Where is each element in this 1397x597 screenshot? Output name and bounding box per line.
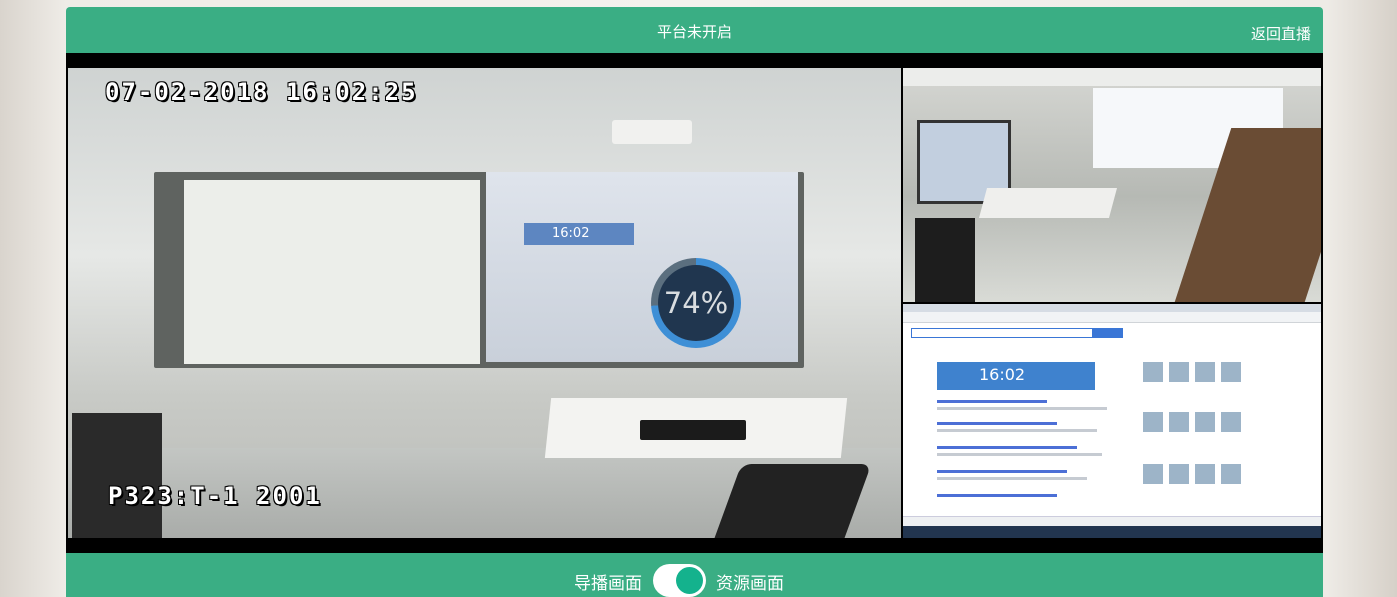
ceiling — [903, 68, 1321, 86]
resource-view-label: 资源画面 — [716, 574, 784, 594]
projected-clock-text: 16:02 — [552, 226, 590, 241]
camera-channel-name: P323:T-1 2001 — [108, 482, 322, 510]
live-panel: 平台未开启 返回直播 16:02 07-02-2018 16:02:25 P32… — [66, 7, 1323, 597]
main-camera-feed[interactable]: 16:02 07-02-2018 16:02:25 P323:T-1 2001 … — [68, 68, 901, 538]
result-thumbnail — [1195, 412, 1215, 432]
keyboard — [640, 420, 746, 440]
panel-header: 平台未开启 返回直播 — [66, 7, 1323, 53]
result-link — [937, 446, 1077, 449]
result-thumbnail — [1195, 362, 1215, 382]
room-overview-camera-feed[interactable] — [903, 68, 1321, 302]
result-line — [937, 477, 1087, 480]
loading-percent: 74% — [658, 265, 734, 341]
whiteboard — [184, 180, 480, 364]
director-view-label: 导播画面 — [574, 574, 642, 594]
search-clock-card: 16:02 — [937, 362, 1095, 390]
result-line — [937, 453, 1102, 456]
projector — [612, 120, 692, 144]
room-desk — [978, 188, 1118, 218]
back-to-live-button[interactable]: 返回直播 — [1251, 23, 1311, 44]
result-line — [937, 429, 1097, 432]
loading-progress-ring: 74% — [651, 258, 741, 348]
windows-taskbar — [903, 526, 1321, 538]
standing-sign — [72, 413, 162, 538]
search-clock-text: 16:02 — [979, 365, 1026, 384]
result-thumbnail — [1221, 362, 1241, 382]
view-mode-toggle[interactable] — [653, 564, 706, 597]
result-thumbnail — [1169, 412, 1189, 432]
result-thumbnail — [1143, 362, 1163, 382]
platform-status-title: 平台未开启 — [656, 23, 732, 41]
result-thumbnail — [1195, 464, 1215, 484]
result-line — [937, 407, 1107, 410]
browser-tab-bar — [903, 304, 1321, 312]
search-box — [911, 328, 1093, 338]
video-stage: 16:02 07-02-2018 16:02:25 P323:T-1 2001 … — [66, 53, 1323, 553]
search-button — [1093, 328, 1123, 338]
result-thumbnail — [1143, 464, 1163, 484]
pc-tower — [915, 218, 975, 302]
result-thumbnail — [1169, 464, 1189, 484]
camera-timestamp: 07-02-2018 16:02:25 — [105, 78, 418, 106]
result-link — [937, 400, 1047, 403]
projected-screen — [486, 172, 798, 362]
result-thumbnail — [1143, 412, 1163, 432]
resource-screen-feed[interactable]: 16:02 — [903, 304, 1321, 538]
projected-clock: 16:02 — [524, 223, 634, 245]
result-thumbnail — [1169, 362, 1189, 382]
result-link — [937, 422, 1057, 425]
office-chair — [714, 464, 872, 538]
result-thumbnail — [1221, 464, 1241, 484]
toggle-knob — [676, 567, 703, 594]
result-link — [937, 494, 1057, 497]
view-switch-bar: 导播画面 资源画面 — [66, 553, 1323, 597]
result-thumbnail — [1221, 412, 1241, 432]
result-link — [937, 470, 1067, 473]
browser-address-bar — [903, 312, 1321, 323]
